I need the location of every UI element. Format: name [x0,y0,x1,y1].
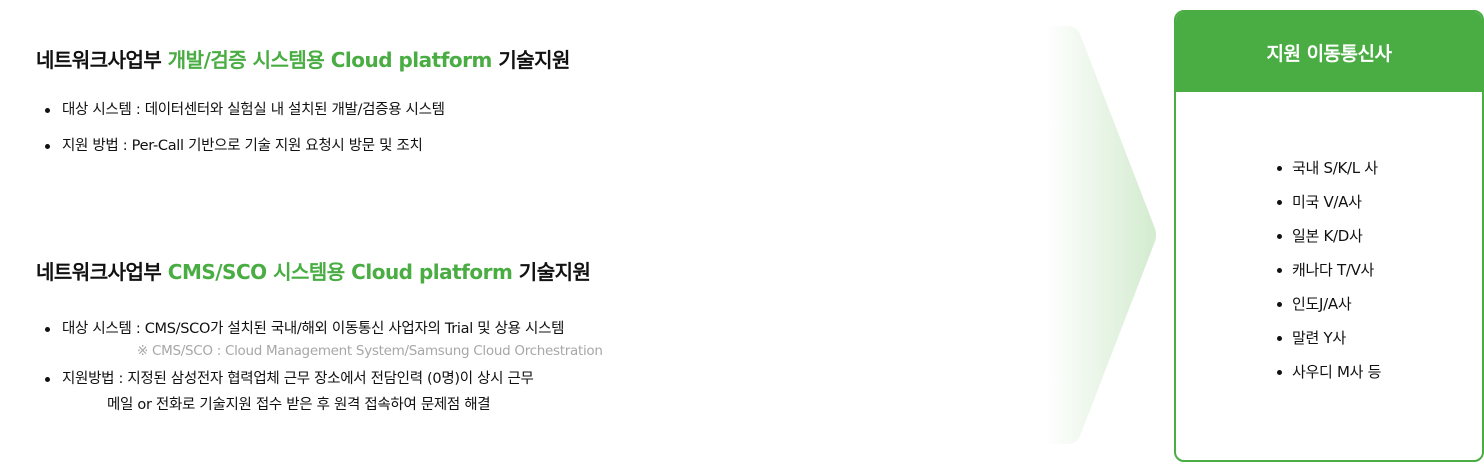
carrier-item: 일본 K/D사 [1276,225,1381,259]
footnote: ※ CMS/SCO : Cloud Management System/Sams… [137,343,603,359]
bullet-list: 대상 시스템 : 데이터센터와 실험실 내 설치된 개발/검증용 시스템 지원 … [36,99,570,157]
bullet-text: 지원방법 : 지정된 삼성전자 협력업체 근무 장소에서 전담인력 (0명)이 … [62,371,534,387]
title-accent: 개발/검증 시스템용 Cloud platform [167,48,493,72]
carrier-item: 사우디 M사 등 [1276,361,1381,395]
title-prefix: 네트워크사업부 [36,260,168,284]
section-title: 네트워크사업부 개발/검증 시스템용 Cloud platform 기술지원 [36,44,570,73]
section-cms-sco-support: 네트워크사업부 CMS/SCO 시스템용 Cloud platform 기술지원… [36,256,603,424]
bullet-target-system: 대상 시스템 : 데이터센터와 실험실 내 설치된 개발/검증용 시스템 [36,99,570,121]
panel-header: 지원 이동통신사 [1176,12,1482,92]
carrier-item: 캐나다 T/V사 [1276,259,1381,293]
bullet-continuation: 메일 or 전화로 기술지원 접수 받은 후 원격 접속하여 문제점 해결 [107,397,491,413]
bullet-support-method: 지원방법 : 지정된 삼성전자 협력업체 근무 장소에서 전담인력 (0명)이 … [36,368,603,416]
bullet-list: 대상 시스템 : CMS/SCO가 설치된 국내/해외 이동통신 사업자의 Tr… [36,318,603,416]
title-suffix: 기술지원 [491,48,570,72]
section-devtest-support: 네트워크사업부 개발/검증 시스템용 Cloud platform 기술지원 대… [36,44,570,171]
panel-title: 지원 이동통신사 [1266,42,1392,65]
carrier-list: 국내 S/K/L 사 미국 V/A사 일본 K/D사 캐나다 T/V사 인도J/… [1276,157,1381,395]
title-accent: CMS/SCO 시스템용 Cloud platform [167,260,513,284]
bullet-target-system: 대상 시스템 : CMS/SCO가 설치된 국내/해외 이동통신 사업자의 Tr… [36,318,603,360]
bullet-support-method: 지원 방법 : Per-Call 기반으로 기술 지원 요청시 방문 및 조치 [36,135,570,157]
carrier-item: 인도J/A사 [1276,293,1381,327]
title-prefix: 네트워크사업부 [36,48,168,72]
title-suffix: 기술지원 [512,260,591,284]
carrier-item: 말련 Y사 [1276,327,1381,361]
chevron-arrow-icon [1046,26,1156,444]
carrier-panel: 지원 이동통신사 국내 S/K/L 사 미국 V/A사 일본 K/D사 캐나다 … [1174,10,1484,462]
section-title: 네트워크사업부 CMS/SCO 시스템용 Cloud platform 기술지원 [36,256,603,285]
carrier-item: 미국 V/A사 [1276,191,1381,225]
carrier-item: 국내 S/K/L 사 [1276,157,1381,191]
bullet-text: 대상 시스템 : CMS/SCO가 설치된 국내/해외 이동통신 사업자의 Tr… [62,321,565,337]
